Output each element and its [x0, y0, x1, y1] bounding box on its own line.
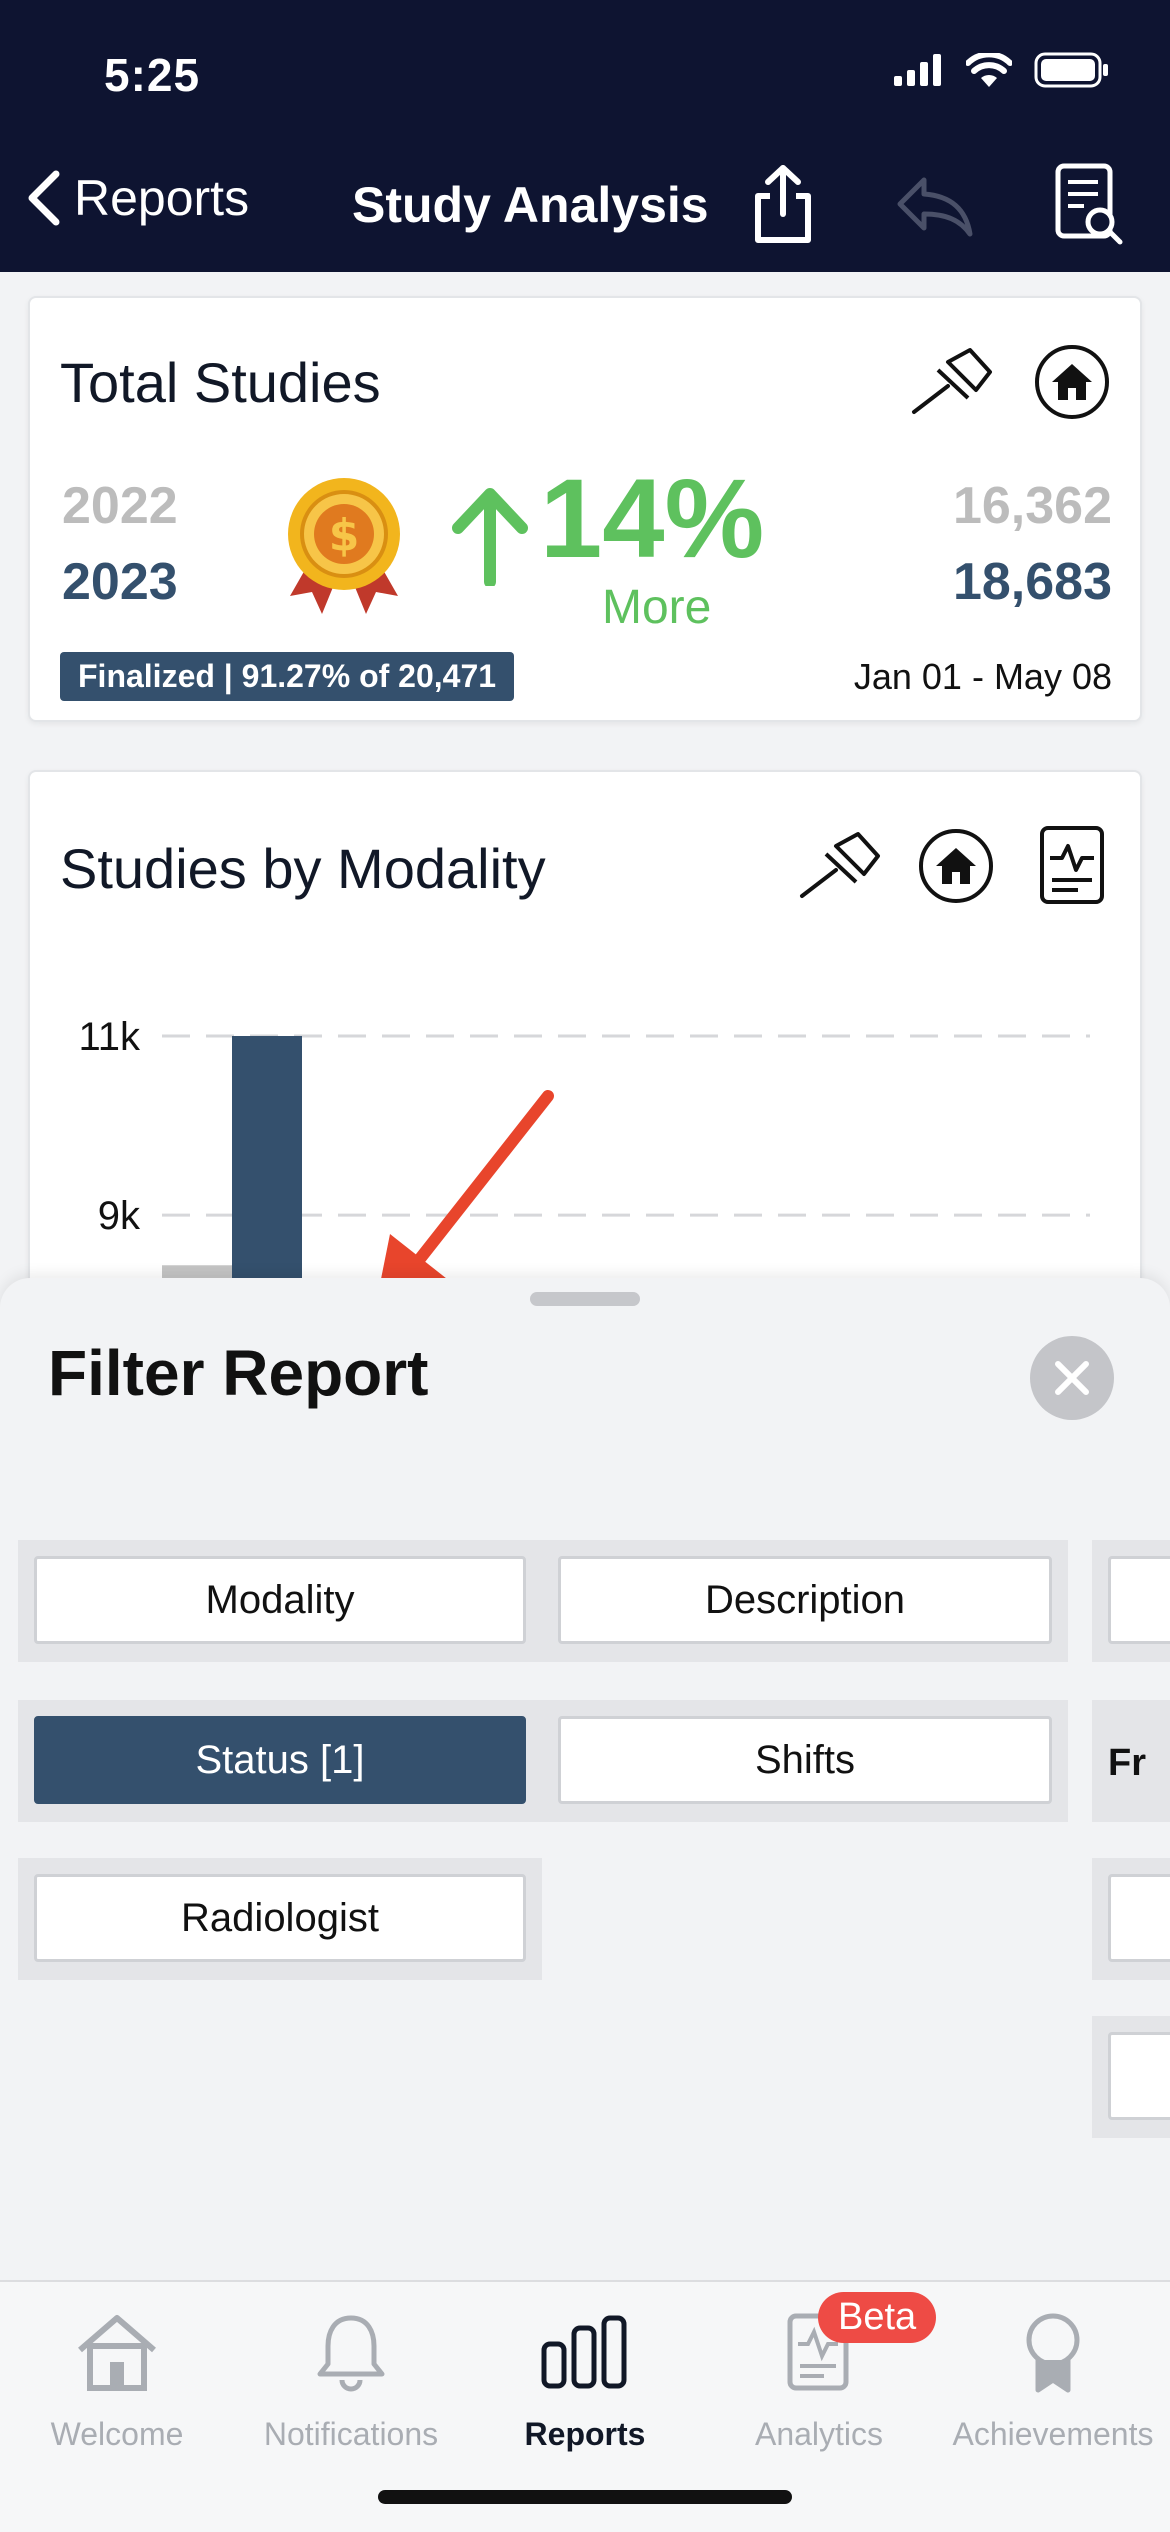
tab-label: Achievements: [952, 2416, 1154, 2452]
date-range: Jan 01 - May 08: [853, 656, 1112, 697]
svg-text:$: $: [329, 510, 360, 561]
filter-description-button[interactable]: Description: [558, 1556, 1052, 1644]
report-search-icon[interactable]: [1054, 162, 1124, 246]
pin-icon[interactable]: [796, 826, 886, 900]
filter-status-button[interactable]: Status [1]: [34, 1716, 526, 1804]
filter-partial-button[interactable]: [1108, 1556, 1170, 1644]
finalized-badge: Finalized | 91.27% of 20,471: [60, 652, 515, 701]
modality-card[interactable]: Studies by Modality 11k9k8k: [28, 770, 1142, 1290]
status-icons: [894, 52, 1110, 88]
modality-chart: 11k9k8k: [78, 1015, 1090, 1290]
arrow-up-icon: [452, 488, 528, 586]
close-icon: [1055, 1361, 1089, 1395]
home-icon: [78, 2315, 156, 2391]
y-tick-label: 11k: [78, 1015, 141, 1059]
filter-shifts-button[interactable]: Shifts: [558, 1716, 1052, 1804]
bell-icon: [317, 2315, 385, 2392]
medal-icon: $: [288, 478, 400, 614]
tab-label: Analytics: [754, 2416, 884, 2452]
wifi-icon: [966, 53, 1012, 87]
home-circle-icon[interactable]: [1032, 342, 1112, 422]
y-tick-label: 9k: [98, 1194, 141, 1238]
filter-partial-label: Fr: [1108, 1742, 1146, 1784]
card-title: Studies by Modality: [60, 837, 546, 900]
reply-icon[interactable]: [894, 174, 974, 238]
share-icon[interactable]: [748, 162, 818, 246]
card-title: Total Studies: [60, 351, 381, 414]
page-title: Study Analysis: [352, 177, 709, 233]
value-current: 18,683: [952, 553, 1112, 611]
close-button[interactable]: [1030, 1336, 1114, 1420]
tab-label: Notifications: [263, 2416, 439, 2452]
beta-badge: Beta: [818, 2292, 937, 2343]
change-percent: 14%: [540, 456, 765, 581]
bar-chart-icon: [541, 2315, 627, 2389]
pin-icon[interactable]: [908, 342, 998, 416]
value-previous: 16,362: [952, 477, 1112, 535]
filter-partial-button[interactable]: [1108, 2032, 1170, 2120]
tab-label: Welcome: [50, 2416, 184, 2452]
sheet-title: Filter Report: [48, 1337, 429, 1409]
back-button[interactable]: Reports: [24, 168, 249, 228]
battery-icon: [1034, 52, 1108, 88]
total-studies-card[interactable]: Total Studies 2022 2023 $ 14% More 16,36…: [28, 296, 1142, 722]
filter-partial-button[interactable]: [1108, 1874, 1170, 1962]
status-time: 5:25: [104, 49, 201, 101]
award-icon: [1026, 2313, 1080, 2393]
filter-modality-button[interactable]: Modality: [34, 1556, 526, 1644]
tab-label: Reports: [524, 2416, 646, 2452]
year-previous: 2022: [62, 477, 178, 535]
chevron-left-icon: [28, 170, 60, 226]
filter-sheet: Filter Report Modality Description Statu…: [0, 1278, 1170, 2284]
report-chart-icon[interactable]: [1038, 824, 1106, 906]
back-label: Reports: [74, 170, 250, 226]
change-label: More: [602, 581, 712, 634]
home-indicator: [378, 2490, 792, 2504]
top-bar: 5:25 Reports Study Analysis: [0, 0, 1170, 272]
year-current: 2023: [62, 553, 178, 611]
sheet-drag-handle[interactable]: [530, 1292, 640, 1306]
chart-bar[interactable]: [232, 1036, 302, 1290]
signal-icon: [894, 54, 941, 86]
home-circle-icon[interactable]: [916, 826, 996, 906]
filter-radiologist-button[interactable]: Radiologist: [34, 1874, 526, 1962]
